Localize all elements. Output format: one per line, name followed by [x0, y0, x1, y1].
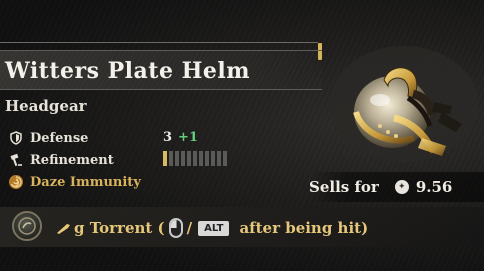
- coin-icon: ✦: [394, 180, 409, 194]
- refinement-segment: [211, 151, 215, 166]
- stat-defense: Defense: [8, 129, 88, 147]
- alt-key: ALT: [198, 220, 230, 236]
- refinement-segment: [205, 151, 209, 166]
- daze-swirl-icon: [8, 174, 24, 190]
- stat-refinement: Refinement: [8, 151, 114, 169]
- refinement-segment: [193, 151, 197, 166]
- refinement-segment: [223, 151, 227, 166]
- item-name: Witters Plate Helm: [5, 58, 251, 84]
- action-hint-text: g Torrent ( / ALT after being hit): [56, 218, 368, 238]
- whistle-icon: [57, 224, 70, 234]
- mouse-icon: [168, 218, 183, 238]
- refinement-segment: [199, 151, 203, 166]
- hint-lead: g Torrent (: [74, 219, 165, 237]
- hint-slash: /: [186, 219, 193, 237]
- hammer-icon: [8, 152, 24, 168]
- refinement-label: Refinement: [30, 152, 114, 168]
- defense-value-group: 3 +1: [163, 130, 198, 145]
- item-category: Headgear: [5, 97, 87, 115]
- helm-image: [322, 42, 484, 172]
- torrent-icon[interactable]: [12, 211, 42, 241]
- sells-for-label: Sells for: [309, 178, 379, 196]
- top-divider: [0, 42, 318, 43]
- defense-bonus: +1: [178, 130, 198, 145]
- daze-immunity-label: Daze Immunity: [30, 174, 141, 190]
- refinement-bar: [163, 151, 227, 166]
- sell-price-panel: Sells for ✦ 9.56: [309, 172, 484, 202]
- defense-label: Defense: [30, 130, 89, 146]
- stat-daze-immunity: Daze Immunity: [8, 173, 141, 191]
- refinement-segment: [175, 151, 179, 166]
- hint-trail: after being hit): [239, 219, 369, 237]
- defense-value: 3: [163, 130, 173, 145]
- shield-icon: [8, 130, 24, 146]
- refinement-segment: [169, 151, 173, 166]
- refinement-segment: [217, 151, 221, 166]
- sell-price: 9.56: [415, 178, 453, 196]
- refinement-segment: [163, 151, 167, 166]
- refinement-segment: [187, 151, 191, 166]
- refinement-segment: [181, 151, 185, 166]
